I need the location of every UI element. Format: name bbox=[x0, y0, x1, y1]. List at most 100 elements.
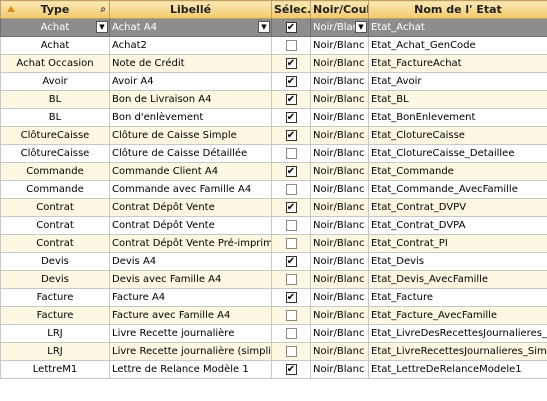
checkbox-icon[interactable] bbox=[285, 273, 297, 285]
checkbox-icon[interactable]: ✔ bbox=[285, 165, 297, 177]
table-row[interactable]: Contrat Contrat Dépôt Vente ✔ Noir/Blanc Eta… bbox=[0, 198, 547, 217]
table-row[interactable]: Achat Achat2 Noir/Blanc Etat_Achat_GenCode bbox=[0, 36, 547, 55]
table-row[interactable]: Contrat Contrat Dépôt Vente Pré-imprimé No… bbox=[0, 234, 547, 253]
cell-noir-coul: Noir/Blanc bbox=[310, 324, 369, 343]
checkbox-icon[interactable] bbox=[285, 309, 297, 321]
checkbox-icon[interactable] bbox=[285, 183, 297, 195]
cell-selec[interactable]: ✔ bbox=[271, 72, 311, 91]
table-row[interactable]: Devis Devis avec Famille A4 Noir/Blanc Etat… bbox=[0, 270, 547, 289]
filter-nom-cell[interactable]: Etat_Achat bbox=[368, 18, 547, 37]
table-row[interactable]: Facture Facture avec Famille A4 Noir/Blanc… bbox=[0, 306, 547, 325]
checkbox-icon[interactable]: ✔ bbox=[285, 21, 297, 33]
checkbox-icon[interactable] bbox=[285, 327, 297, 339]
dropdown-arrow-icon[interactable]: ▼ bbox=[258, 21, 270, 33]
table-row[interactable]: Commande Commande Client A4 ✔ Noir/Blanc Eta… bbox=[0, 162, 547, 181]
cell-selec[interactable] bbox=[271, 306, 311, 325]
column-header-libelle[interactable]: Libellé bbox=[109, 0, 272, 19]
cell-libelle: Contrat Dépôt Vente bbox=[109, 198, 272, 217]
cell-selec[interactable] bbox=[271, 36, 311, 55]
table-row[interactable]: LettreM1 Lettre de Relance Modèle 1 ✔ Noir/… bbox=[0, 360, 547, 379]
column-header-nom-etat[interactable]: Nom de l' Etat bbox=[368, 0, 547, 19]
cell-noir-coul: Noir/Blanc bbox=[310, 162, 369, 181]
cell-selec[interactable] bbox=[271, 342, 311, 361]
table-row[interactable]: BL Bon d'enlèvement ✔ Noir/Blanc Etat_BonEnl… bbox=[0, 108, 547, 127]
cell-libelle: Commande Client A4 bbox=[109, 162, 272, 181]
filter-libelle-cell[interactable]: Achat A4 ▼ bbox=[109, 18, 272, 37]
cell-selec[interactable]: ✔ bbox=[271, 162, 311, 181]
cell-selec[interactable]: ✔ bbox=[271, 360, 311, 379]
table-row[interactable]: LRJ Livre Recette journalière (simplifié N… bbox=[0, 342, 547, 361]
checkbox-icon[interactable]: ✔ bbox=[285, 93, 297, 105]
dropdown-arrow-icon[interactable]: ▼ bbox=[96, 21, 108, 33]
cell-noir-coul: Noir/Blanc bbox=[310, 270, 369, 289]
cell-selec[interactable] bbox=[271, 324, 311, 343]
cell-type: ClôtureCaisse bbox=[0, 144, 110, 163]
table-row[interactable]: Devis Devis A4 ✔ Noir/Blanc Etat_Devis bbox=[0, 252, 547, 271]
cell-nom-etat: Etat_ClotureCaisse bbox=[368, 126, 547, 145]
checkbox-icon[interactable] bbox=[285, 219, 297, 231]
filter-selec-cell[interactable]: ✔ bbox=[271, 18, 311, 37]
cell-noir-coul: Noir/Blanc bbox=[310, 234, 369, 253]
cell-libelle: Commande avec Famille A4 bbox=[109, 180, 272, 199]
cell-libelle: Bon de Livraison A4 bbox=[109, 90, 272, 109]
table-row[interactable]: Facture Facture A4 ✔ Noir/Blanc Etat_Facture bbox=[0, 288, 547, 307]
cell-noir-coul: Noir/Blanc bbox=[310, 288, 369, 307]
column-header-label: Nom de l' Etat bbox=[414, 3, 502, 16]
cell-nom-etat: Etat_LivreDesRecettesJournalieres_ bbox=[368, 324, 547, 343]
cell-libelle: Clôture de Caisse Détaillée bbox=[109, 144, 272, 163]
cell-selec[interactable] bbox=[271, 234, 311, 253]
cell-selec[interactable]: ✔ bbox=[271, 108, 311, 127]
filter-libelle-value: Achat A4 bbox=[112, 22, 157, 33]
column-header-selec[interactable]: Sélec. bbox=[271, 0, 311, 19]
cell-type: Contrat bbox=[0, 234, 110, 253]
checkbox-icon[interactable] bbox=[285, 39, 297, 51]
cell-selec[interactable]: ✔ bbox=[271, 198, 311, 217]
table-row[interactable]: Achat Occasion Note de Crédit ✔ Noir/Blanc E… bbox=[0, 54, 547, 73]
dropdown-arrow-icon[interactable]: ▼ bbox=[355, 21, 367, 33]
column-header-type[interactable]: Type ⌕ bbox=[0, 0, 110, 19]
magnifier-icon[interactable]: ⌕ bbox=[100, 4, 106, 15]
checkbox-icon[interactable] bbox=[285, 147, 297, 159]
cell-type: Facture bbox=[0, 306, 110, 325]
checkbox-icon[interactable]: ✔ bbox=[285, 255, 297, 267]
checkbox-icon[interactable]: ✔ bbox=[285, 57, 297, 69]
cell-selec[interactable]: ✔ bbox=[271, 126, 311, 145]
table-row[interactable]: Contrat Contrat Dépôt Vente Noir/Blanc Etat… bbox=[0, 216, 547, 235]
sort-ascending-icon[interactable] bbox=[7, 6, 15, 12]
checkbox-icon[interactable]: ✔ bbox=[285, 291, 297, 303]
table-row[interactable]: Commande Commande avec Famille A4 Noir/Bla… bbox=[0, 180, 547, 199]
cell-selec[interactable]: ✔ bbox=[271, 252, 311, 271]
table-row[interactable]: LRJ Livre Recette journalière Noir/Blanc Et… bbox=[0, 324, 547, 343]
cell-libelle: Devis A4 bbox=[109, 252, 272, 271]
checkbox-icon[interactable] bbox=[285, 345, 297, 357]
cell-selec[interactable]: ✔ bbox=[271, 90, 311, 109]
cell-type: Contrat bbox=[0, 198, 110, 217]
cell-selec[interactable] bbox=[271, 270, 311, 289]
table-row[interactable]: Avoir Avoir A4 ✔ Noir/Blanc Etat_Avoir bbox=[0, 72, 547, 91]
cell-nom-etat: Etat_Contrat_DVPV bbox=[368, 198, 547, 217]
cell-nom-etat: Etat_Facture bbox=[368, 288, 547, 307]
table-row[interactable]: BL Bon de Livraison A4 ✔ Noir/Blanc Etat_BL bbox=[0, 90, 547, 109]
cell-selec[interactable] bbox=[271, 180, 311, 199]
checkbox-icon[interactable]: ✔ bbox=[285, 201, 297, 213]
cell-type: LRJ bbox=[0, 342, 110, 361]
cell-selec[interactable]: ✔ bbox=[271, 54, 311, 73]
cell-noir-coul: Noir/Blanc bbox=[310, 126, 369, 145]
checkbox-icon[interactable]: ✔ bbox=[285, 75, 297, 87]
checkbox-icon[interactable]: ✔ bbox=[285, 363, 297, 375]
checkbox-icon[interactable] bbox=[285, 237, 297, 249]
checkbox-icon[interactable]: ✔ bbox=[285, 111, 297, 123]
filter-noir-cell[interactable]: Noir/Blanc ▼ bbox=[310, 18, 369, 37]
checkbox-icon[interactable]: ✔ bbox=[285, 129, 297, 141]
cell-selec[interactable]: ✔ bbox=[271, 288, 311, 307]
cell-libelle: Facture A4 bbox=[109, 288, 272, 307]
cell-type: Avoir bbox=[0, 72, 110, 91]
cell-selec[interactable] bbox=[271, 144, 311, 163]
report-table: Type ⌕ Libellé Sélec. Noir/Coul. Nom de … bbox=[0, 0, 547, 379]
column-header-noir-coul[interactable]: Noir/Coul. bbox=[310, 0, 369, 19]
table-row[interactable]: ClôtureCaisse Clôture de Caisse Détaillée… bbox=[0, 144, 547, 163]
filter-type-cell[interactable]: Achat ▼ bbox=[0, 18, 110, 37]
table-row[interactable]: ClôtureCaisse Clôture de Caisse Simple ✔ No… bbox=[0, 126, 547, 145]
cell-selec[interactable] bbox=[271, 216, 311, 235]
cell-type: BL bbox=[0, 108, 110, 127]
